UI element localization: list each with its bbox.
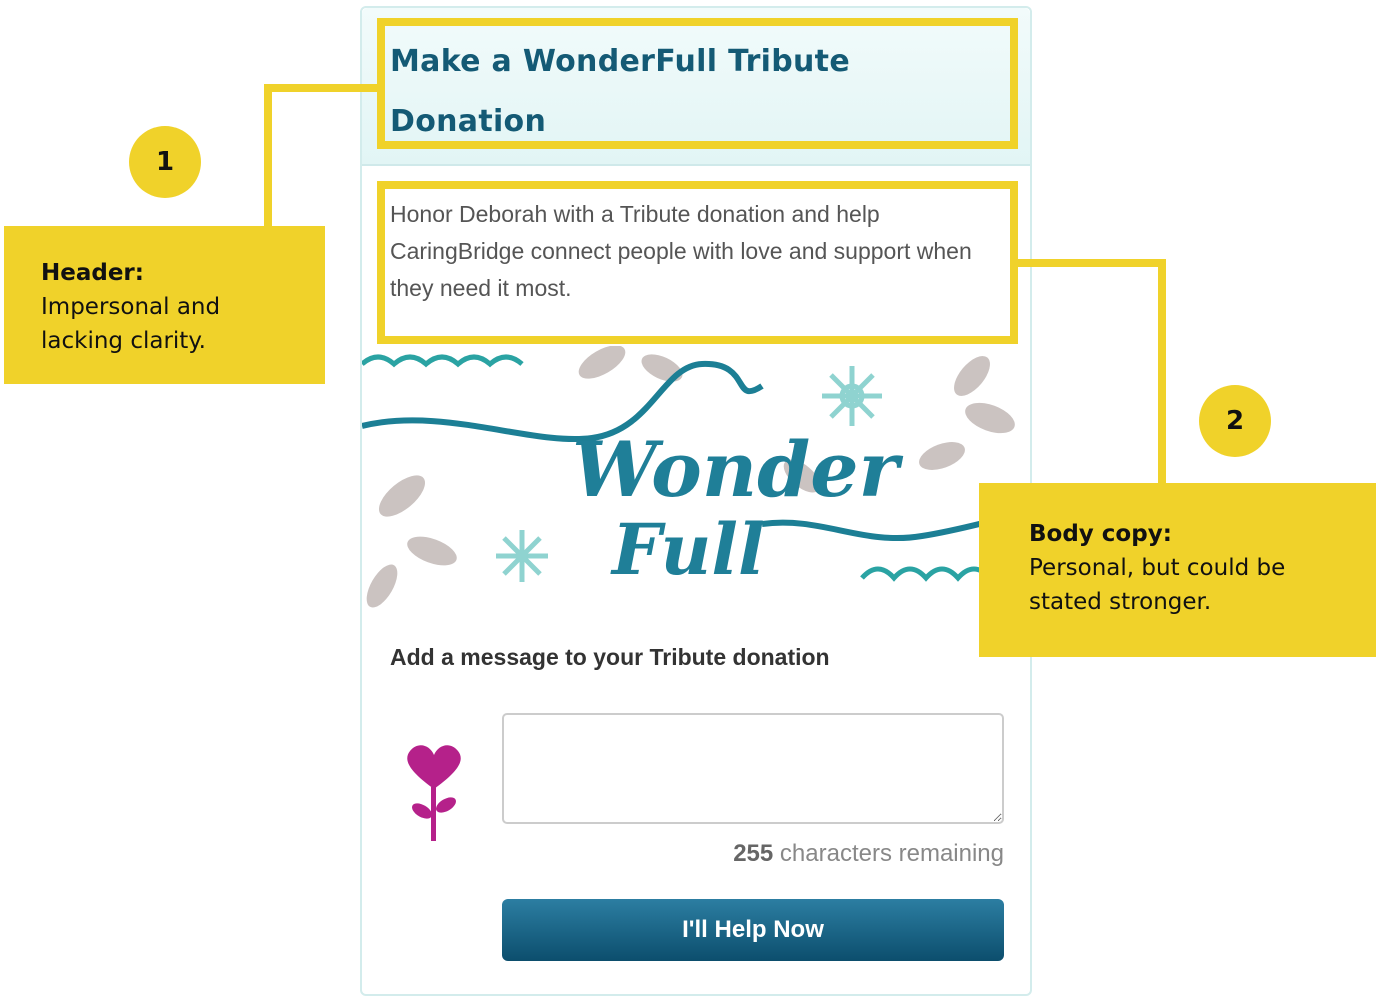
annotation-2-title: Body copy: bbox=[1029, 521, 1172, 547]
wonderfull-artwork: Wonder Full bbox=[362, 346, 1030, 608]
tribute-widget: Make a WonderFull Tribute Donation Honor… bbox=[360, 6, 1032, 996]
annotation-1-callout: Header: Impersonal and lacking clarity. bbox=[4, 226, 325, 384]
characters-remaining-suffix: characters remaining bbox=[773, 840, 1004, 867]
body-highlight-box bbox=[377, 181, 1018, 344]
annotation-2-description: Personal, but could be stated stronger. bbox=[1029, 555, 1286, 615]
callout-1-connector-v bbox=[264, 84, 272, 230]
message-textarea[interactable] bbox=[502, 713, 1004, 824]
help-now-button[interactable]: I'll Help Now bbox=[502, 899, 1004, 961]
callout-1-connector-h bbox=[264, 84, 380, 92]
characters-remaining-count: 255 bbox=[733, 840, 774, 867]
annotation-2-callout: Body copy: Personal, but could be stated… bbox=[979, 483, 1376, 657]
message-label: Add a message to your Tribute donation bbox=[390, 644, 830, 670]
heart-flower-icon bbox=[407, 745, 461, 841]
artwork-full-text: Full bbox=[610, 508, 765, 591]
annotation-1-title: Header: bbox=[41, 260, 144, 286]
callout-2-connector-v bbox=[1158, 259, 1166, 487]
annotation-2-badge: 2 bbox=[1199, 385, 1271, 457]
callout-2-connector-h bbox=[1016, 259, 1166, 267]
header-highlight-box bbox=[377, 18, 1018, 149]
annotation-1-badge: 1 bbox=[129, 126, 201, 198]
artwork-wonder-text: Wonder bbox=[572, 425, 904, 514]
characters-remaining: 255 characters remaining bbox=[662, 840, 1004, 868]
annotation-1-description: Impersonal and lacking clarity. bbox=[41, 294, 221, 354]
